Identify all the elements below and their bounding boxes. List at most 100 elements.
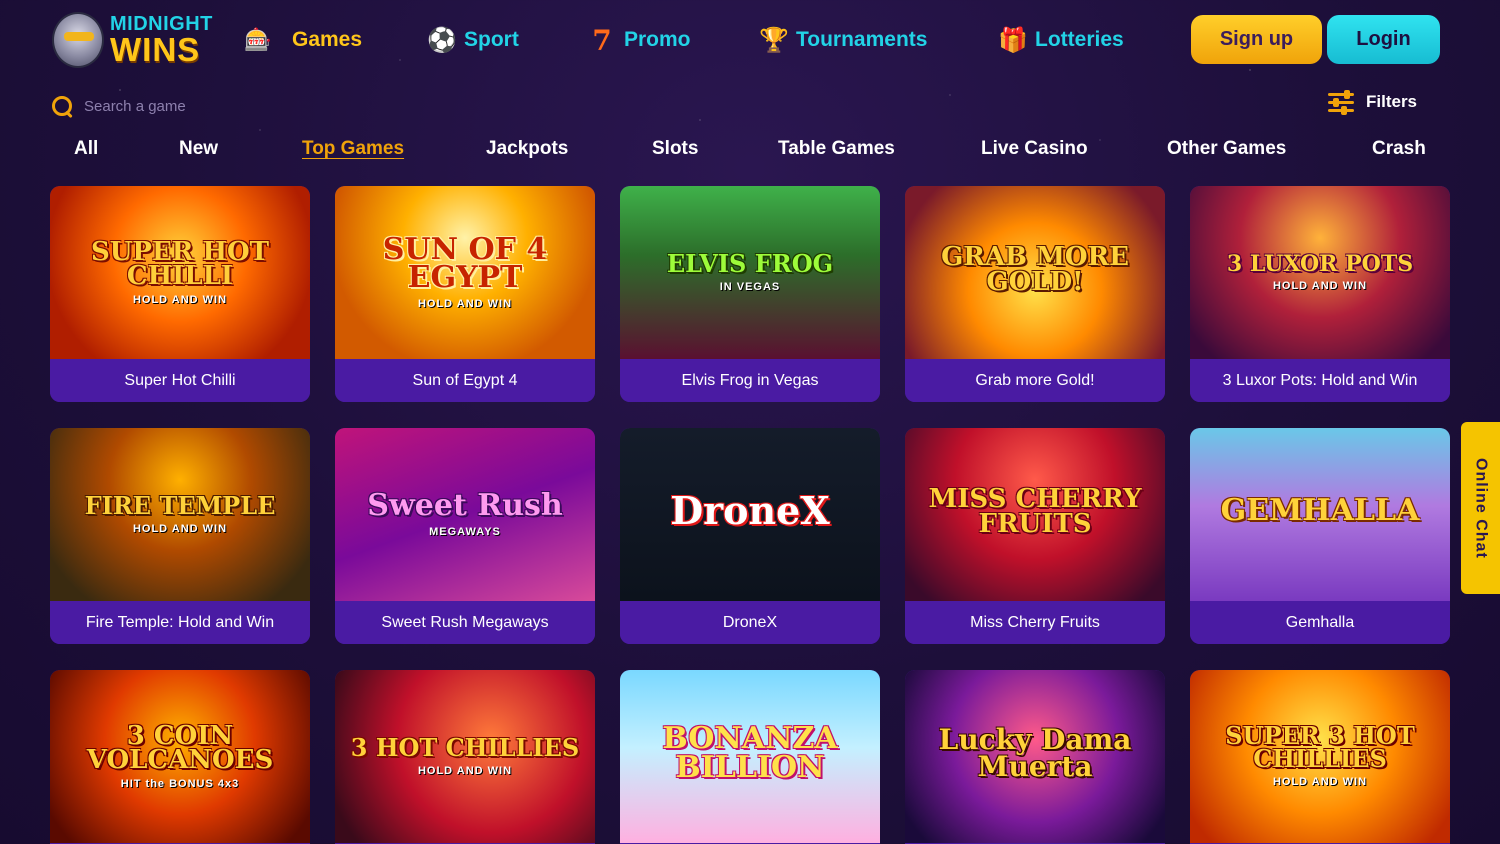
game-title[interactable]: Super Hot Chilli bbox=[50, 359, 310, 402]
game-thumbnail[interactable]: DroneX bbox=[620, 428, 880, 601]
game-art-subtext: HOLD AND WIN bbox=[1272, 279, 1368, 292]
game-card[interactable]: MISS CHERRY FRUITS Miss Cherry Fruits bbox=[905, 428, 1165, 644]
game-art-title: 3 COIN VOLCANOES HIT the BONUS 4x3 bbox=[50, 722, 310, 789]
nav-item-sport[interactable]: ⚽ Sport bbox=[426, 22, 519, 58]
filters-label: Filters bbox=[1366, 92, 1418, 111]
game-art-subtext: MEGAWAYS bbox=[429, 525, 501, 538]
game-art-title: SUN OF 4 EGYPT HOLD AND WIN bbox=[335, 231, 595, 309]
game-card[interactable]: GRAB MORE GOLD! Grab more Gold! bbox=[905, 186, 1165, 402]
nav-item-tournaments[interactable]: 🏆 Tournaments bbox=[758, 22, 927, 58]
game-art-title: MISS CHERRY FRUITS bbox=[905, 483, 1165, 542]
game-title[interactable]: Fire Temple: Hold and Win bbox=[50, 601, 310, 644]
game-card[interactable]: BONANZA BILLIONBonanza Billion bbox=[620, 670, 880, 844]
nav-label: Tournaments bbox=[796, 28, 928, 51]
nav-item-games[interactable]: 🎰 Games bbox=[230, 22, 362, 58]
online-chat-tab[interactable]: Online Chat bbox=[1461, 422, 1500, 594]
owl-mascot-icon bbox=[52, 12, 104, 68]
sign-up-button[interactable]: Sign up bbox=[1191, 15, 1322, 64]
game-thumbnail[interactable]: Lucky Dama Muerta bbox=[905, 670, 1165, 843]
game-title[interactable]: Miss Cherry Fruits bbox=[905, 601, 1165, 644]
tab-jackpots[interactable]: Jackpots bbox=[486, 138, 568, 160]
game-art-text: BONANZA BILLION bbox=[662, 721, 838, 785]
online-chat-label: Online Chat bbox=[1472, 457, 1490, 559]
game-card[interactable]: GEMHALLA Gemhalla bbox=[1190, 428, 1450, 644]
game-art-title: BONANZA BILLION bbox=[620, 721, 880, 788]
game-art-title: FIRE TEMPLE HOLD AND WIN bbox=[75, 493, 286, 535]
top-header: MIDNIGHT WINS 🎰 Games ⚽ Sport 7 Promo 🏆 … bbox=[0, 0, 1500, 80]
tab-new[interactable]: New bbox=[179, 138, 218, 160]
game-art-title: 3 LUXOR POTS HOLD AND WIN bbox=[1217, 250, 1423, 292]
game-card[interactable]: DroneX DroneX bbox=[620, 428, 880, 644]
tab-table-games[interactable]: Table Games bbox=[778, 138, 895, 160]
game-art-text: MISS CHERRY FRUITS bbox=[928, 483, 1142, 539]
game-title[interactable]: Sun of Egypt 4 bbox=[335, 359, 595, 402]
game-art-subtext: IN VEGAS bbox=[719, 280, 781, 293]
game-thumbnail[interactable]: 3 LUXOR POTS HOLD AND WIN bbox=[1190, 186, 1450, 359]
game-thumbnail[interactable]: SUN OF 4 EGYPT HOLD AND WIN bbox=[335, 186, 595, 359]
trophy-icon: 🏆 bbox=[759, 26, 789, 54]
game-thumbnail[interactable]: 3 HOT CHILLIES HOLD AND WIN bbox=[335, 670, 595, 843]
game-card[interactable]: Lucky Dama MuertaLucky Dama Muerta bbox=[905, 670, 1165, 844]
game-art-title: ELVIS FROG IN VEGAS bbox=[657, 251, 843, 293]
game-art-text: GRAB MORE GOLD! bbox=[941, 241, 1129, 297]
game-art-subtext: HOLD AND WIN bbox=[1272, 776, 1368, 789]
tab-crash[interactable]: Crash bbox=[1372, 138, 1426, 160]
game-thumbnail[interactable]: BONANZA BILLION bbox=[620, 670, 880, 843]
game-title[interactable]: Elvis Frog in Vegas bbox=[620, 359, 880, 402]
game-thumbnail[interactable]: ELVIS FROG IN VEGAS bbox=[620, 186, 880, 359]
tab-live-casino[interactable]: Live Casino bbox=[981, 138, 1088, 160]
game-card[interactable]: SUPER HOT CHILLI HOLD AND WIN Super Hot Ch… bbox=[50, 186, 310, 402]
game-art-text: DroneX bbox=[670, 488, 830, 534]
game-art-title: Sweet Rush MEGAWAYS bbox=[357, 491, 572, 538]
game-art-title: DroneX bbox=[660, 488, 840, 535]
game-thumbnail[interactable]: SUPER 3 HOT CHILLIES HOLD AND WIN bbox=[1190, 670, 1450, 843]
sliders-icon bbox=[1328, 90, 1354, 115]
game-art-subtext: HOLD AND WIN bbox=[132, 522, 228, 535]
filters-button[interactable]: Filters bbox=[1328, 88, 1417, 116]
tab-slots[interactable]: Slots bbox=[652, 138, 698, 160]
gift-box-icon: 🎁 bbox=[998, 26, 1028, 54]
game-card[interactable]: 3 HOT CHILLIESHOLD AND WIN3 Hot Chillies bbox=[335, 670, 595, 844]
game-title[interactable]: 3 Luxor Pots: Hold and Win bbox=[1190, 359, 1450, 402]
game-thumbnail[interactable]: SUPER HOT CHILLI HOLD AND WIN bbox=[50, 186, 310, 359]
game-art-title: 3 HOT CHILLIES HOLD AND WIN bbox=[341, 732, 589, 776]
game-search bbox=[50, 92, 370, 120]
game-thumbnail[interactable]: MISS CHERRY FRUITS bbox=[905, 428, 1165, 601]
game-art-text: 3 LUXOR POTS bbox=[1226, 250, 1414, 277]
game-title[interactable]: Sweet Rush Megaways bbox=[335, 601, 595, 644]
site-logo[interactable]: MIDNIGHT WINS bbox=[52, 10, 222, 70]
login-button[interactable]: Login bbox=[1327, 15, 1440, 64]
search-icon[interactable] bbox=[50, 94, 74, 118]
game-thumbnail[interactable]: GEMHALLA bbox=[1190, 428, 1450, 601]
nav-item-promo[interactable]: 7 Promo bbox=[586, 22, 691, 58]
game-card[interactable]: SUN OF 4 EGYPT HOLD AND WIN Sun of Egypt 4 bbox=[335, 186, 595, 402]
game-art-text: SUPER HOT CHILLI bbox=[90, 236, 270, 292]
game-card[interactable]: FIRE TEMPLE HOLD AND WIN Fire Temple: Hold… bbox=[50, 428, 310, 644]
game-art-title: SUPER 3 HOT CHILLIES HOLD AND WIN bbox=[1190, 721, 1450, 789]
game-thumbnail[interactable]: GRAB MORE GOLD! bbox=[905, 186, 1165, 359]
game-title[interactable]: Grab more Gold! bbox=[905, 359, 1165, 402]
tab-all[interactable]: All bbox=[74, 138, 98, 160]
tab-other-games[interactable]: Other Games bbox=[1167, 138, 1286, 160]
game-thumbnail[interactable]: 3 COIN VOLCANOES HIT the BONUS 4x3 bbox=[50, 670, 310, 843]
logo-wordmark: MIDNIGHT WINS bbox=[110, 14, 213, 66]
logo-line-2: WINS bbox=[110, 31, 201, 68]
tab-top-games[interactable]: Top Games bbox=[302, 138, 404, 160]
game-art-subtext: HOLD AND WIN bbox=[132, 293, 228, 306]
game-art-text: SUN OF 4 EGYPT bbox=[382, 231, 548, 296]
game-card[interactable]: 3 COIN VOLCANOESHIT the BONUS 4x33 Coin … bbox=[50, 670, 310, 844]
game-card[interactable]: Sweet Rush MEGAWAYS Sweet Rush Megaways bbox=[335, 428, 595, 644]
game-thumbnail[interactable]: Sweet Rush MEGAWAYS bbox=[335, 428, 595, 601]
game-card[interactable]: 3 LUXOR POTS HOLD AND WIN 3 Luxor Pots: Ho… bbox=[1190, 186, 1450, 402]
nav-label: Promo bbox=[624, 28, 691, 51]
category-tabs: All New Top Games Jackpots Slots Table G… bbox=[0, 138, 1500, 166]
game-art-text: 3 HOT CHILLIES bbox=[350, 732, 580, 762]
nav-item-lotteries[interactable]: 🎁 Lotteries bbox=[997, 22, 1124, 58]
game-title[interactable]: Gemhalla bbox=[1190, 601, 1450, 644]
game-card[interactable]: SUPER 3 HOT CHILLIESHOLD AND WINSuper 3 … bbox=[1190, 670, 1450, 844]
game-title[interactable]: DroneX bbox=[620, 601, 880, 644]
game-art-text: SUPER 3 HOT CHILLIES bbox=[1225, 721, 1415, 774]
game-card[interactable]: ELVIS FROG IN VEGAS Elvis Frog in Vegas bbox=[620, 186, 880, 402]
search-input[interactable] bbox=[84, 97, 344, 115]
game-thumbnail[interactable]: FIRE TEMPLE HOLD AND WIN bbox=[50, 428, 310, 601]
